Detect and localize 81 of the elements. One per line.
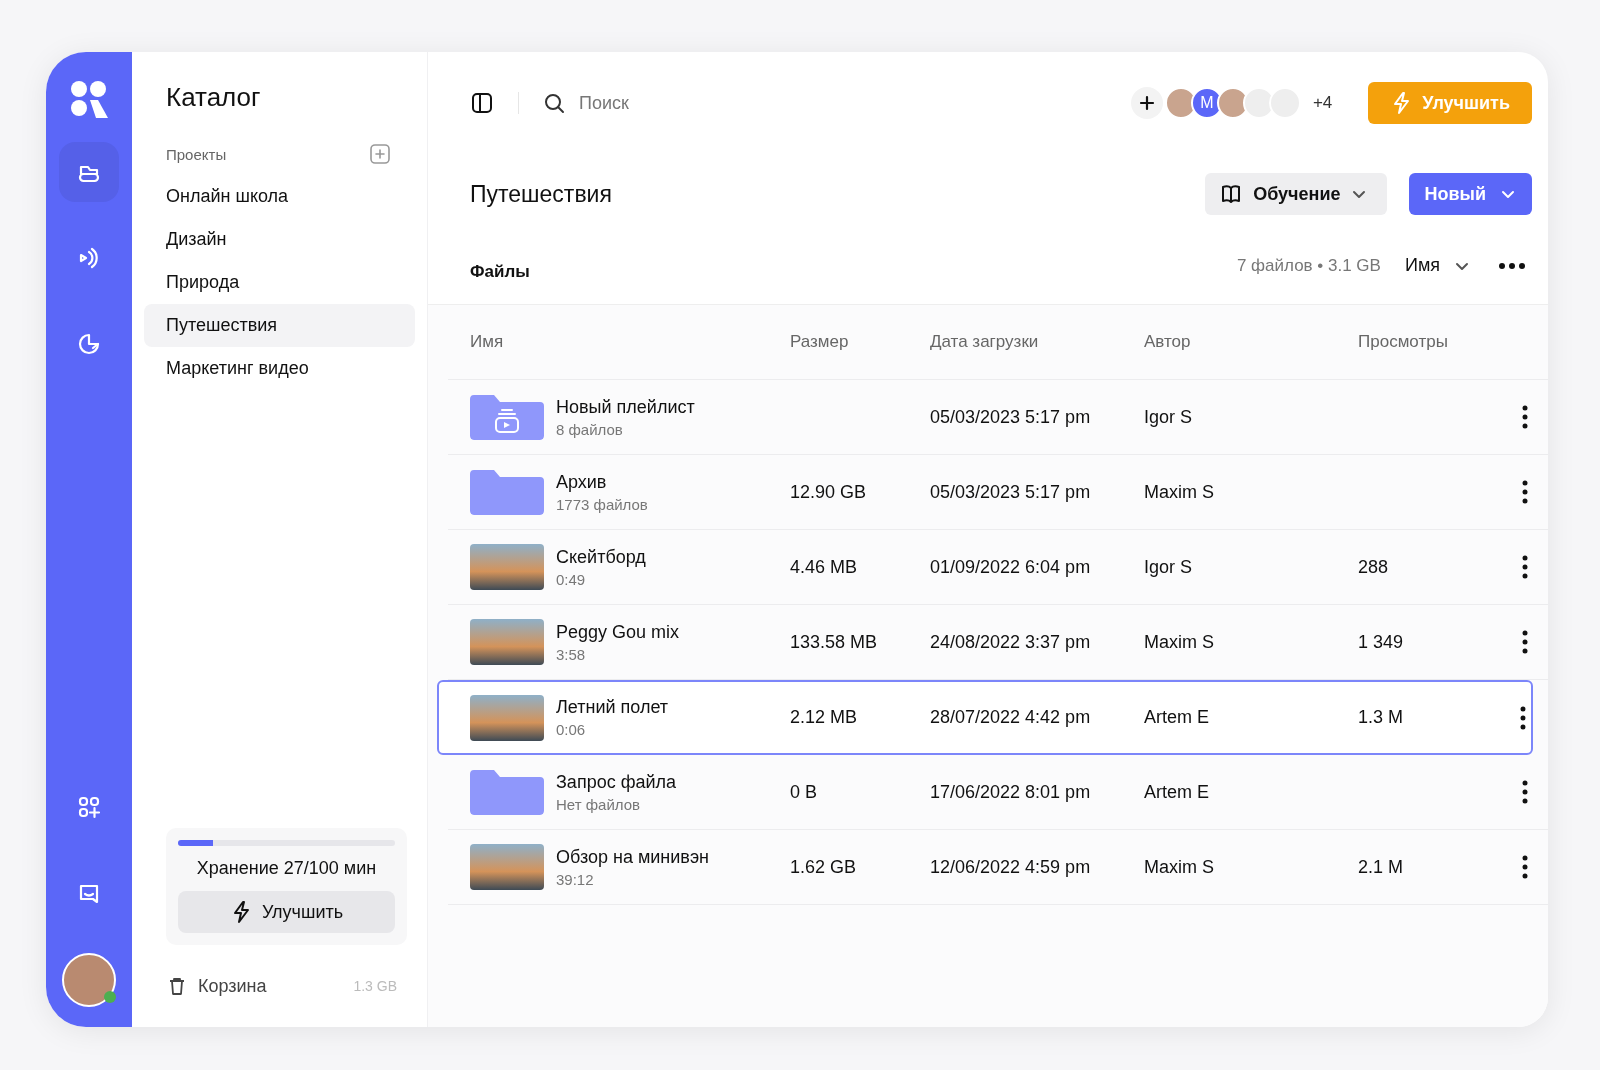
more-icon[interactable] — [1498, 261, 1526, 270]
file-meta: 39:12 — [556, 870, 595, 888]
section-label: Проекты — [166, 145, 227, 163]
sort-dropdown[interactable]: Имя — [1404, 255, 1470, 276]
project-item[interactable]: Маркетинг видео — [144, 347, 415, 390]
guide-dropdown[interactable]: Обучение — [1205, 173, 1387, 215]
storage-label: Хранение 27/100 мин — [195, 858, 378, 879]
column-header: Размер — [790, 332, 850, 352]
section-title: Файлы — [470, 260, 531, 282]
table-cell-text: Maxim S — [1144, 856, 1215, 878]
user-avatar[interactable] — [62, 953, 116, 1007]
table-cell-text: Artem E — [1144, 707, 1210, 728]
more-vertical-icon[interactable] — [1522, 780, 1528, 804]
more-members-count: +4 — [1312, 93, 1333, 113]
table-cell-text: 1 349 — [1358, 631, 1405, 653]
more-vertical-icon[interactable] — [1522, 555, 1528, 579]
folder-icon — [470, 769, 544, 815]
file-meta: 0:06 — [556, 721, 587, 738]
new-dropdown[interactable]: Новый — [1408, 173, 1532, 215]
column-header: Имя — [470, 332, 505, 352]
file-meta: 0:49 — [556, 570, 587, 588]
table-cell-text: 24/08/2022 3:37 pm — [930, 631, 1092, 653]
trash-link[interactable]: Корзина — [198, 975, 354, 997]
page-title: Путешествия — [470, 180, 613, 208]
more-vertical-icon[interactable] — [1522, 405, 1528, 429]
file-meta: 8 файлов — [556, 420, 624, 438]
file-name[interactable]: Новый плейлист — [556, 396, 695, 418]
table-cell-text: Igor S — [1144, 556, 1194, 578]
file-name[interactable]: Запрос файла — [556, 771, 677, 793]
table-cell-text: 2.1 M — [1358, 856, 1405, 878]
table-cell-text: 133.58 MB — [790, 631, 879, 653]
column-header: Дата загрузки — [930, 332, 1040, 352]
logo-icon — [68, 78, 110, 120]
table-cell-text: Igor S — [1144, 406, 1194, 428]
add-member-button[interactable] — [1130, 87, 1163, 119]
more-vertical-icon[interactable] — [1522, 480, 1528, 504]
file-name[interactable]: Летний полет — [556, 697, 669, 718]
table-cell-text: 1.62 GB — [790, 856, 858, 878]
project-item[interactable]: Природа — [144, 261, 415, 304]
table-cell-text: Artem E — [1144, 781, 1210, 803]
file-meta: Нет файлов — [556, 795, 641, 813]
rail-button[interactable] — [59, 142, 119, 202]
table-cell-text: 288 — [1358, 556, 1390, 578]
project-item[interactable]: Дизайн — [144, 218, 415, 261]
more-vertical-icon[interactable] — [1522, 855, 1528, 879]
plus-icon — [1138, 95, 1155, 111]
table-cell-text: 12/06/2022 4:59 pm — [930, 856, 1092, 878]
more-vertical-icon[interactable] — [1520, 705, 1526, 730]
more-vertical-icon[interactable] — [1522, 630, 1528, 654]
table-cell-text: 12.90 GB — [790, 481, 868, 503]
project-item[interactable]: Онлайн школа — [144, 175, 415, 218]
file-name[interactable]: Архив — [556, 471, 648, 493]
table-cell-text: 28/07/2022 4:42 pm — [930, 707, 1092, 728]
table-cell-text: 2.12 MB — [790, 707, 859, 728]
file-name[interactable]: Peggy Gou mix — [556, 621, 680, 643]
table-cell-text: 05/03/2023 5:17 pm — [930, 481, 1092, 503]
files-summary: 7 файлов • 3.1 GB — [1236, 255, 1381, 276]
file-name[interactable]: Скейтборд — [556, 546, 646, 568]
file-meta: 3:58 — [556, 645, 587, 663]
file-name[interactable]: Обзор на минивэн — [556, 846, 710, 868]
column-header: Просмотры — [1358, 332, 1449, 352]
upgrade-button[interactable]: Улучшить — [178, 891, 395, 933]
project-item[interactable]: Путешествия — [144, 304, 415, 347]
table-cell-text: Maxim S — [1144, 631, 1215, 653]
table-cell-text: 05/03/2023 5:17 pm — [930, 406, 1092, 428]
panel-toggle-icon[interactable] — [470, 91, 494, 115]
table-cell-text: Maxim S — [1144, 481, 1215, 503]
playlist-folder-icon — [470, 394, 544, 440]
column-header: Автор — [1144, 332, 1192, 352]
table-cell-text: 4.46 MB — [790, 556, 859, 578]
file-meta: 1773 файлов — [556, 495, 648, 513]
sidebar-title: Каталог — [165, 82, 262, 113]
table-cell-text: 1.3 M — [1358, 707, 1405, 728]
trash-size: 1.3 GB — [353, 978, 397, 994]
search-field[interactable]: Поиск — [577, 91, 777, 115]
folder-icon — [470, 469, 544, 515]
search-icon — [543, 92, 565, 114]
table-cell-text: 17/06/2022 8:01 pm — [930, 781, 1092, 803]
add-icon[interactable] — [369, 143, 391, 165]
table-cell-text: 01/09/2022 6:04 pm — [930, 556, 1092, 578]
table-cell-text: 0 B — [790, 781, 819, 803]
